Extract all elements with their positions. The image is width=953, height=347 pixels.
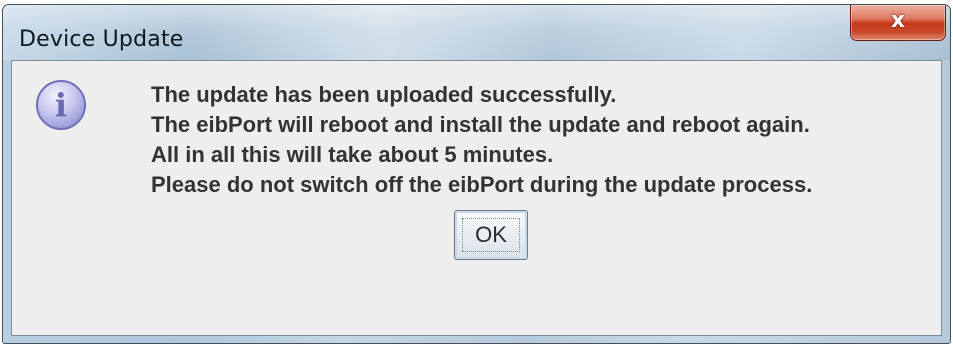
message-line-2: The eibPort will reboot and install the …	[151, 112, 810, 137]
close-button[interactable]: x	[850, 5, 946, 41]
message-line-3: All in all this will take about 5 minute…	[151, 142, 554, 167]
close-icon: x	[890, 8, 906, 33]
dialog-content: i The update has been uploaded successfu…	[11, 60, 942, 336]
info-icon-glyph: i	[55, 86, 67, 124]
title-bar[interactable]: Device Update x	[3, 5, 950, 60]
message-line-1: The update has been uploaded successfull…	[151, 82, 617, 107]
dialog-window: Device Update x i The update has been up…	[2, 4, 951, 344]
message-text: The update has been uploaded successfull…	[151, 80, 935, 200]
message-line-4: Please do not switch off the eibPort dur…	[151, 172, 813, 197]
ok-button-label: OK	[475, 222, 507, 247]
info-icon: i	[36, 80, 86, 130]
ok-button[interactable]: OK	[454, 210, 528, 260]
window-title: Device Update	[19, 27, 184, 52]
